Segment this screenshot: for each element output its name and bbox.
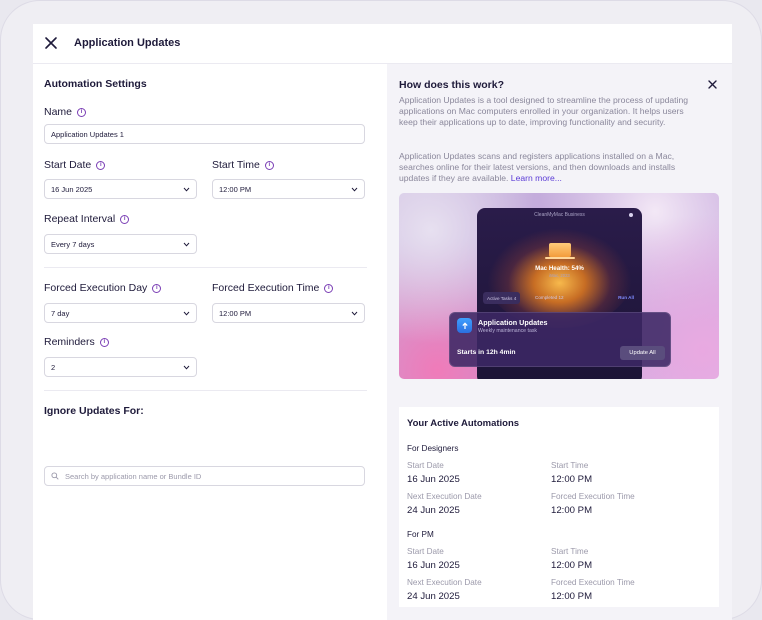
next-execution-date-key: Next Execution Date: [407, 492, 482, 501]
chevron-down-icon: [351, 311, 358, 316]
mac-health: Mac Health: 54%: [535, 265, 584, 272]
search-icon: [51, 472, 59, 480]
gear-icon: [629, 213, 633, 217]
next-execution-date-value: 24 Jun 2025: [407, 591, 460, 602]
search-input[interactable]: Search by application name or Bundle ID: [44, 466, 365, 486]
info-icon[interactable]: i: [264, 160, 274, 170]
update-all-button[interactable]: Update All: [620, 346, 665, 360]
repeat-interval-select[interactable]: Every 7 days: [44, 234, 197, 254]
laptop-base: [545, 257, 575, 259]
reminders-label-text: Reminders: [44, 336, 95, 348]
start-date-label-text: Start Date: [44, 159, 92, 171]
chevron-down-icon: [183, 311, 190, 316]
start-time-select[interactable]: 12:00 PM: [212, 179, 365, 199]
divider: [44, 267, 367, 268]
forced-execution-day-select[interactable]: 7 day: [44, 303, 197, 323]
next-execution-date-value: 24 Jun 2025: [407, 505, 460, 516]
repeat-value: Every 7 days: [51, 239, 95, 249]
reminders-select[interactable]: 2: [44, 357, 197, 377]
name-label: Name i: [44, 106, 87, 118]
preview-image: CleanMyMac Business Mac Health: 54% iMac…: [399, 193, 719, 379]
name-value: Application Updates 1: [51, 129, 124, 139]
info-icon[interactable]: i: [96, 160, 106, 170]
reminders-label: Reminders i: [44, 336, 109, 348]
forced-execution-time-label: Forced Execution Time i: [212, 282, 334, 294]
learn-more-link[interactable]: Learn more...: [511, 173, 562, 183]
forced-execution-time-key: Forced Execution Time: [551, 578, 635, 587]
forced-day-value: 7 day: [51, 308, 70, 318]
close-icon[interactable]: [44, 36, 58, 50]
chevron-down-icon: [183, 365, 190, 370]
panel-header: Application Updates: [33, 24, 732, 64]
forced-execution-time-select[interactable]: 12:00 PM: [212, 303, 365, 323]
app-title: CleanMyMac Business: [534, 212, 585, 218]
chevron-down-icon: [351, 187, 358, 192]
start-date-label: Start Date i: [44, 159, 106, 171]
forced-execution-day-label: Forced Execution Day i: [44, 282, 162, 294]
info-icon[interactable]: i: [120, 214, 130, 224]
info-icon[interactable]: i: [324, 283, 334, 293]
automation-settings-form: Automation Settings Name i Application Up…: [33, 64, 387, 620]
start-date-value: 16 Jun 2025: [51, 184, 93, 194]
reminders-value: 2: [51, 362, 56, 372]
start-time-label: Start Time i: [212, 159, 274, 171]
start-time-value: 12:00 PM: [219, 184, 252, 194]
active-automations-title: Your Active Automations: [407, 418, 520, 429]
laptop-icon: [549, 243, 571, 257]
forced-day-label-text: Forced Execution Day: [44, 282, 148, 294]
help-paragraph-2: Application Updates scans and registers …: [399, 151, 699, 184]
name-input[interactable]: Application Updates 1: [44, 124, 365, 144]
mac-health-subtitle: iMac, 2023: [549, 273, 570, 278]
help-title: How does this work?: [399, 79, 505, 91]
start-time-key: Start Time: [551, 461, 589, 470]
start-time-value: 12:00 PM: [551, 560, 593, 571]
active-automations-card: Your Active Automations For Designers St…: [399, 407, 719, 607]
divider: [44, 390, 367, 391]
start-time-label-text: Start Time: [212, 159, 260, 171]
chevron-down-icon: [183, 242, 190, 247]
tab-completed[interactable]: Completed 12: [535, 295, 564, 300]
notification-card: Application Updates Weekly maintenance t…: [449, 312, 671, 367]
task-tabs: Active Tasks 4 Completed 12 Run All: [483, 292, 636, 304]
help-sidebar: How does this work? Application Updates …: [387, 64, 732, 620]
next-execution-date-key: Next Execution Date: [407, 578, 482, 587]
tab-active-tasks[interactable]: Active Tasks 4: [483, 292, 521, 304]
repeat-label-text: Repeat Interval: [44, 213, 116, 225]
start-date-value: 16 Jun 2025: [407, 474, 460, 485]
name-label-text: Name: [44, 106, 73, 118]
forced-execution-time-value: 12:00 PM: [551, 505, 593, 516]
search-placeholder: Search by application name or Bundle ID: [65, 471, 202, 481]
start-time-key: Start Time: [551, 547, 589, 556]
section-title: Automation Settings: [44, 78, 147, 90]
info-icon[interactable]: i: [99, 337, 109, 347]
close-icon[interactable]: [708, 80, 717, 89]
forced-execution-time-value: 12:00 PM: [551, 591, 593, 602]
automation-name: For Designers: [407, 444, 459, 453]
start-date-value: 16 Jun 2025: [407, 560, 460, 571]
ignore-updates-title: Ignore Updates For:: [44, 405, 144, 417]
info-icon[interactable]: i: [152, 283, 162, 293]
run-all-button[interactable]: Run All: [618, 295, 634, 300]
notification-title: Application Updates: [478, 318, 548, 327]
start-date-select[interactable]: 16 Jun 2025: [44, 179, 197, 199]
application-updates-panel: Application Updates Automation Settings …: [33, 24, 732, 620]
automation-name: For PM: [407, 530, 434, 539]
forced-execution-time-key: Forced Execution Time: [551, 492, 635, 501]
forced-time-value: 12:00 PM: [219, 308, 252, 318]
forced-time-label-text: Forced Execution Time: [212, 282, 320, 294]
chevron-down-icon: [183, 187, 190, 192]
page-title: Application Updates: [74, 37, 181, 49]
notification-start-time: Starts in 12h 4min: [457, 349, 516, 356]
notification-subtitle: Weekly maintenance task: [478, 328, 538, 334]
repeat-interval-label: Repeat Interval i: [44, 213, 130, 225]
info-icon[interactable]: i: [77, 107, 87, 117]
start-date-key: Start Date: [407, 461, 444, 470]
start-date-key: Start Date: [407, 547, 444, 556]
start-time-value: 12:00 PM: [551, 474, 593, 485]
app-updates-icon: [457, 318, 472, 333]
help-paragraph-1: Application Updates is a tool designed t…: [399, 95, 689, 127]
